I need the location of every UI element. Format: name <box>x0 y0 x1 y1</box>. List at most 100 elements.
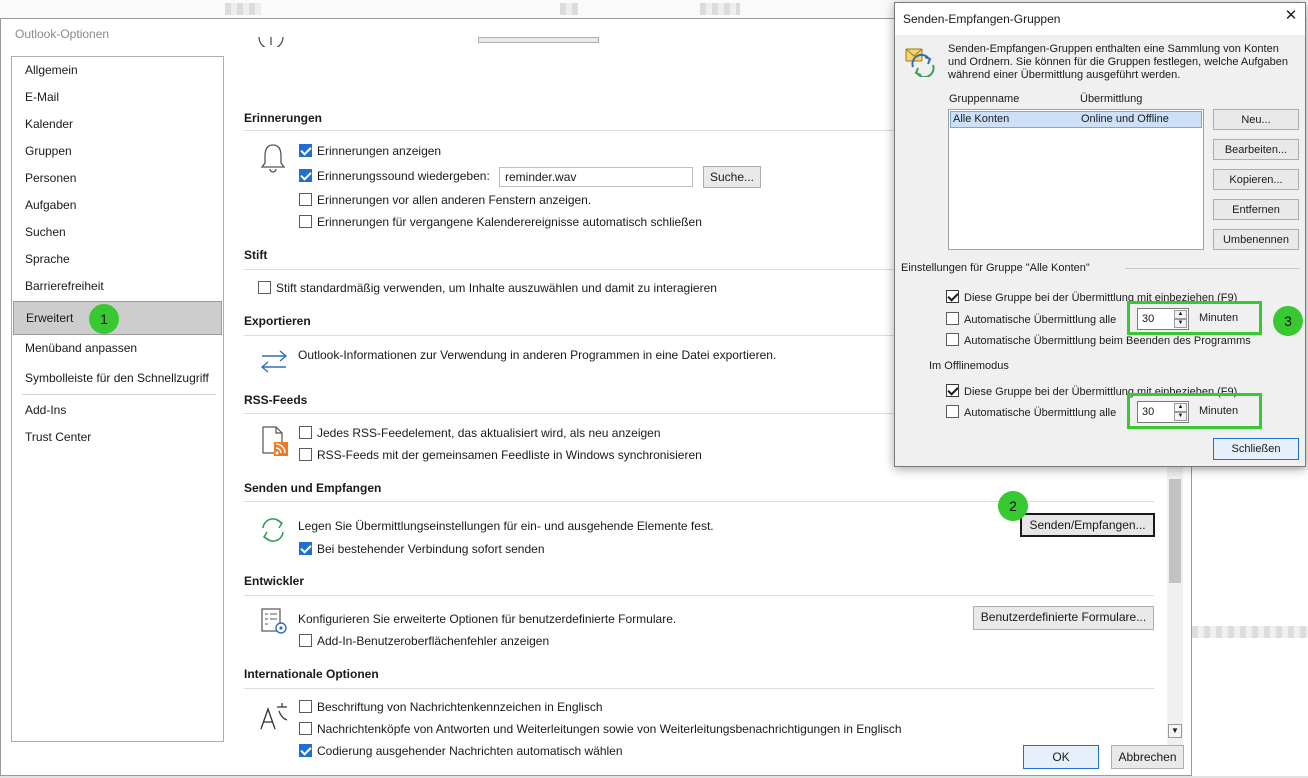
nav-item-trust-center[interactable]: Trust Center <box>13 424 222 451</box>
group-row-name: Alle Konten <box>953 113 1010 125</box>
rss-sync-checkbox[interactable] <box>299 448 312 461</box>
reminders-auto-close-checkbox[interactable] <box>299 215 312 228</box>
group-row-selected[interactable]: Alle Konten Online und Offline <box>950 111 1202 128</box>
bell-icon <box>260 144 286 173</box>
auto-send-online-row[interactable]: Automatische Übermittlung alle <box>946 312 1116 326</box>
partial-button[interactable] <box>478 37 599 43</box>
headers-en-row[interactable]: Nachrichtenköpfe von Antworten und Weite… <box>299 722 902 736</box>
send-immediately-row[interactable]: Bei bestehender Verbindung sofort senden <box>299 542 545 556</box>
background-blur <box>225 3 261 15</box>
ok-button[interactable]: OK <box>1023 745 1099 769</box>
auto-send-exit-checkbox[interactable] <box>946 333 959 346</box>
nav-item-suchen[interactable]: Suchen <box>13 219 222 246</box>
auto-send-offline-checkbox[interactable] <box>946 405 959 418</box>
nav-separator <box>22 394 216 395</box>
globe-icon <box>258 37 284 47</box>
scroll-down-arrow-icon[interactable]: ▼ <box>1168 724 1182 738</box>
rename-group-button[interactable]: Umbenennen <box>1213 229 1299 250</box>
auto-send-online-checkbox[interactable] <box>946 312 959 325</box>
step-badge-1: 1 <box>89 304 119 334</box>
section-title-exportieren: Exportieren <box>244 314 311 328</box>
rss-sync-label: RSS-Feeds mit der gemeinsamen Feedliste … <box>317 448 702 462</box>
language-icon <box>260 703 288 730</box>
scrollbar-thumb[interactable] <box>1169 479 1181 583</box>
nav-item-allgemein[interactable]: Allgemein <box>13 57 222 84</box>
step-badge-3: 3 <box>1273 306 1303 336</box>
edit-group-button[interactable]: Bearbeiten... <box>1213 139 1299 160</box>
nav-item-barrierefreiheit[interactable]: Barrierefreiheit <box>13 273 222 300</box>
pen-default-row[interactable]: Stift standardmäßig verwenden, um Inhalt… <box>258 281 717 295</box>
custom-forms-button[interactable]: Benutzerdefinierte Formulare... <box>973 606 1154 630</box>
section-rule <box>244 595 1154 596</box>
pen-default-checkbox[interactable] <box>258 281 271 294</box>
rss-document-icon <box>262 426 288 456</box>
send-receive-button[interactable]: Senden/Empfangen... <box>1020 513 1155 537</box>
nav-item-gruppen[interactable]: Gruppen <box>13 138 222 165</box>
nav-item-kalender[interactable]: Kalender <box>13 111 222 138</box>
step-badge-2: 2 <box>998 491 1028 521</box>
reminders-sound-checkbox[interactable] <box>299 169 312 182</box>
section-title-entwickler: Entwickler <box>244 574 305 588</box>
remove-group-button[interactable]: Entfernen <box>1213 199 1299 220</box>
browse-sound-button[interactable]: Suche... <box>703 166 761 188</box>
send-receive-groups-dialog: Senden-Empfangen-Gruppen ✕ Senden-Empfan… <box>894 2 1306 467</box>
section-title-rss: RSS-Feeds <box>244 393 308 407</box>
auto-send-online-label: Automatische Übermittlung alle <box>964 314 1117 326</box>
include-group-checkbox[interactable] <box>946 290 959 303</box>
headers-en-checkbox[interactable] <box>299 722 312 735</box>
nav-item-aufgaben[interactable]: Aufgaben <box>13 192 222 219</box>
reminders-auto-close-row[interactable]: Erinnerungen für vergangene Kalendererei… <box>299 215 702 229</box>
reminders-auto-close-label: Erinnerungen für vergangene Kalendererei… <box>317 215 702 229</box>
dialog-close-button[interactable]: Schließen <box>1213 438 1299 460</box>
flags-en-checkbox[interactable] <box>299 700 312 713</box>
rss-new-item-row[interactable]: Jedes RSS-Feedelement, das aktualisiert … <box>299 426 661 440</box>
reminders-sound-label: Erinnerungssound wiedergeben: <box>317 169 490 183</box>
reminders-sound-row[interactable]: Erinnerungssound wiedergeben: <box>299 169 490 183</box>
column-header-groupname: Gruppenname <box>949 93 1020 105</box>
reminders-show-label: Erinnerungen anzeigen <box>317 144 442 158</box>
reminder-sound-file-input[interactable]: reminder.wav <box>499 167 693 187</box>
auto-send-exit-row[interactable]: Automatische Übermittlung beim Beenden d… <box>946 333 1251 347</box>
highlight-box-offline <box>1127 393 1262 429</box>
nav-item-add-ins[interactable]: Add-Ins <box>13 397 222 424</box>
background-right-area <box>1190 470 1308 778</box>
export-desc: Outlook-Informationen zur Verwendung in … <box>298 348 777 362</box>
addin-errors-row[interactable]: Add-In-Benutzeroberflächenfehler anzeige… <box>299 634 549 648</box>
offline-mode-title: Im Offlinemodus <box>929 360 1009 372</box>
addin-errors-label: Add-In-Benutzeroberflächenfehler anzeige… <box>317 634 550 648</box>
auto-send-offline-row[interactable]: Automatische Übermittlung alle <box>946 405 1116 419</box>
new-group-button[interactable]: Neu... <box>1213 109 1299 130</box>
options-sidebar: Allgemein E-Mail Kalender Gruppen Person… <box>11 56 224 742</box>
send-receive-desc: Legen Sie Übermittlungseinstellungen für… <box>298 519 714 533</box>
highlight-box-online <box>1127 301 1262 335</box>
rss-new-item-checkbox[interactable] <box>299 426 312 439</box>
reminders-on-top-row[interactable]: Erinnerungen vor allen anderen Fenstern … <box>299 193 591 207</box>
background-blur <box>700 3 740 15</box>
group-settings-rule <box>1125 268 1300 269</box>
rss-sync-row[interactable]: RSS-Feeds mit der gemeinsamen Feedliste … <box>299 448 702 462</box>
cancel-button[interactable]: Abbrechen <box>1111 745 1184 769</box>
section-title-senden-empfangen: Senden und Empfangen <box>244 481 382 495</box>
include-group-offline-checkbox[interactable] <box>946 384 959 397</box>
reminders-on-top-checkbox[interactable] <box>299 193 312 206</box>
reminders-show-row[interactable]: Erinnerungen anzeigen <box>299 144 441 158</box>
nav-item-personen[interactable]: Personen <box>13 165 222 192</box>
auto-send-exit-label: Automatische Übermittlung beim Beenden d… <box>964 335 1251 347</box>
form-settings-icon <box>261 608 287 634</box>
nav-item-email[interactable]: E-Mail <box>13 84 222 111</box>
reminders-on-top-label: Erinnerungen vor allen anderen Fenstern … <box>317 193 592 207</box>
auto-encoding-row[interactable]: Codierung ausgehender Nachrichten automa… <box>299 744 623 758</box>
close-icon[interactable]: ✕ <box>1282 7 1300 25</box>
copy-group-button[interactable]: Kopieren... <box>1213 169 1299 190</box>
send-immediately-checkbox[interactable] <box>299 542 312 555</box>
developer-desc: Konfigurieren Sie erweiterte Optionen fü… <box>298 612 677 626</box>
auto-encoding-checkbox[interactable] <box>299 744 312 757</box>
reminders-show-checkbox[interactable] <box>299 144 312 157</box>
nav-item-sprache[interactable]: Sprache <box>13 246 222 273</box>
window-title: Outlook-Optionen <box>15 27 110 41</box>
flags-en-row[interactable]: Beschriftung von Nachrichtenkennzeichen … <box>299 700 603 714</box>
nav-item-menueband[interactable]: Menüband anpassen <box>13 335 222 362</box>
groups-listbox[interactable]: Alle Konten Online und Offline <box>948 109 1204 250</box>
addin-errors-checkbox[interactable] <box>299 634 312 647</box>
nav-item-schnellzugriff[interactable]: Symbolleiste für den Schnellzugriff <box>13 365 222 392</box>
